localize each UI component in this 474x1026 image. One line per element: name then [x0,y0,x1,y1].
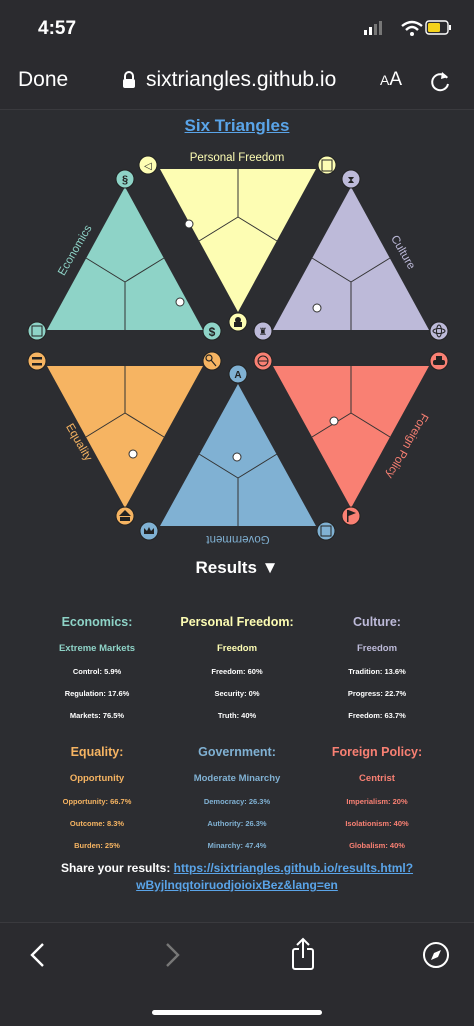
result-dot-personal-freedom [184,219,194,229]
home-indicator [152,1010,322,1015]
svg-text:§: § [122,174,128,186]
flag-icon [341,506,361,526]
forward-icon[interactable] [162,941,182,969]
result-dot-equality [128,449,138,459]
label-personal-freedom: Personal Freedom [190,152,285,164]
building-icon [27,321,47,341]
result-label: Freedom [216,643,258,654]
result-heading: Equality: [70,745,124,759]
result-item: Isolationism: 40% [345,819,409,828]
results-toggle[interactable]: Results ▼ [0,558,474,578]
reload-icon[interactable] [428,69,452,95]
anarchy-icon: A [228,364,248,384]
lock-icon [123,71,135,88]
result-item: Minarchy: 47.4% [207,841,267,850]
result-label: Centrist [359,773,395,784]
web-page: Six Triangles Personal Freedom Economics [0,110,474,922]
back-icon[interactable] [28,941,48,969]
padlock-icon [228,312,248,332]
url-field[interactable]: sixtriangles.github.io [146,68,336,92]
wifi-icon [401,20,423,36]
result-dot-foreign-policy [329,416,339,426]
battery-icon [425,20,451,35]
result-equality: Equality: Opportunity Opportunity: 66.7%… [22,745,172,863]
economics-icon-section: § [115,169,135,189]
svg-text:⧗: ⧗ [347,175,354,186]
hourglass-icon: ⧗ [341,169,361,189]
svg-text:$: $ [209,325,216,339]
site-title-link[interactable]: Six Triangles [0,116,474,136]
text-size-small-label: A [380,72,390,88]
atom-icon [429,321,449,341]
result-item: Burden: 25% [74,841,120,850]
svg-text:◁: ◁ [144,161,152,172]
triangle-personal-freedom [160,169,316,312]
equals-icon [27,351,47,371]
scroll-icon [316,521,336,541]
result-heading: Personal Freedom: [180,615,294,629]
result-item: Freedom: 63.7% [348,711,406,720]
svg-text:♜: ♜ [259,327,268,338]
result-item: Markets: 76.5% [69,711,125,720]
signal-icon [364,21,382,35]
result-heading: Foreign Policy: [331,745,423,759]
crown-icon [139,521,159,541]
six-triangles-chart: Personal Freedom Economics Culture Equal… [27,152,449,544]
result-label: Moderate Minarchy [193,773,281,784]
result-item: Opportunity: 66.7% [62,797,132,806]
dollar-icon: $ [202,321,222,341]
key-icon [202,351,222,371]
text-size-large-label: A [389,69,403,90]
liberty-icon: ♜ [253,321,273,341]
globe-icon [253,351,273,371]
result-culture: Culture: Freedom Tradition: 13.6% Progre… [302,615,452,733]
status-icons [364,20,451,36]
share-icon[interactable] [290,937,316,971]
result-item: Tradition: 13.6% [348,667,406,676]
result-dot-culture [312,303,322,313]
result-personal-freedom: Personal Freedom: Freedom Freedom: 60% S… [162,615,312,733]
status-time: 4:57 [38,18,77,39]
triangle-government [160,384,316,526]
result-economics: Economics: Extreme Markets Control: 5.9%… [22,615,172,733]
result-heading: Culture: [353,615,401,629]
browser-nav-bar: Done sixtriangles.github.io AA [0,58,474,110]
result-label: Freedom [356,643,398,654]
result-item: Outcome: 8.3% [69,819,125,828]
share-link[interactable]: https://sixtriangles.github.io/results.h… [136,861,413,892]
result-heading: Economics: [61,615,133,629]
result-item: Freedom: 60% [211,667,263,676]
tank-icon [429,351,449,371]
text-size-button[interactable]: AA [380,69,402,91]
result-label: Opportunity [69,773,125,784]
result-dot-economics [175,297,185,307]
result-item: Democracy: 26.3% [203,797,271,806]
label-government: Government [206,533,270,544]
megaphone-icon: ◁ [138,155,158,175]
share-link-line1: https://sixtriangles.github.io/results.h… [173,861,414,875]
parliament-icon [115,506,135,526]
result-item: Security: 0% [214,689,260,698]
share-results: Share your results: https://sixtriangles… [0,860,474,894]
result-item: Regulation: 17.6% [64,689,130,698]
result-item: Globalism: 40% [349,841,405,850]
result-item: Progress: 22.7% [347,689,407,698]
result-item: Control: 5.9% [72,667,122,676]
result-item: Truth: 40% [217,711,257,720]
result-heading: Government: [198,745,276,759]
result-item: Authority: 26.3% [207,819,267,828]
result-dot-government [232,452,242,462]
document-icon [317,155,337,175]
done-button[interactable]: Done [18,68,68,92]
result-government: Government: Moderate Minarchy Democracy:… [162,745,312,863]
share-link-line2: wByjlnqqtoiruodjoioixBez&lang=en [136,878,338,892]
status-bar: 4:57 [0,0,474,58]
compass-icon[interactable] [422,941,450,969]
result-item: Imperialism: 20% [346,797,408,806]
svg-text:A: A [234,370,241,381]
share-prefix: Share your results: [60,861,174,875]
result-label: Extreme Markets [58,643,136,654]
result-foreign-policy: Foreign Policy: Centrist Imperialism: 20… [302,745,452,863]
